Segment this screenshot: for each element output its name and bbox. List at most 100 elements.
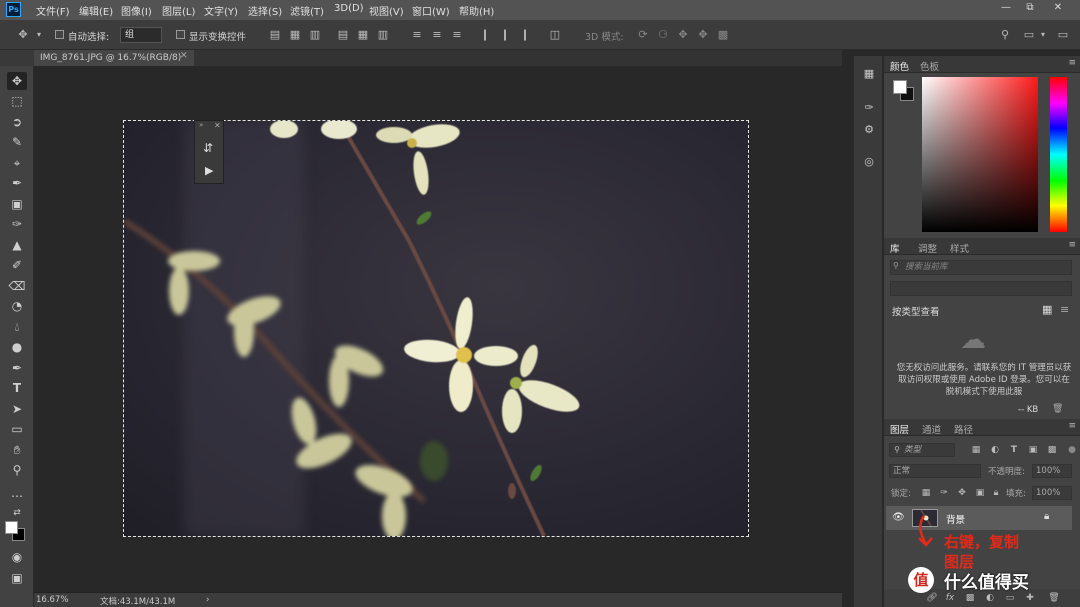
library-search-input[interactable]: 搜索当前库 <box>890 260 1072 275</box>
chevron-down-icon[interactable]: ▾ <box>32 28 46 42</box>
menu-3d[interactable]: 3D(D) <box>334 3 364 14</box>
lock-transparent-icon[interactable]: ▦ <box>920 487 932 499</box>
opacity-input[interactable]: 100% <box>1032 464 1072 478</box>
properties-icon[interactable]: ⚙ <box>861 122 877 138</box>
library-select[interactable] <box>890 281 1072 296</box>
document-tab[interactable]: IMG_8761.JPG @ 16.7%(RGB/8) <box>34 50 194 66</box>
lock-artboard-icon[interactable]: ▣ <box>974 487 986 499</box>
close-icon[interactable]: ✕ <box>214 121 221 130</box>
menu-select[interactable]: 选择(S) <box>248 3 282 18</box>
more-tools-icon[interactable]: … <box>7 484 27 502</box>
tab-layers[interactable]: 图层 <box>890 422 909 436</box>
list-view-icon[interactable]: ≡ <box>1060 303 1069 316</box>
zoom-tool-icon[interactable]: ⚲ <box>7 461 27 479</box>
tab-paths[interactable]: 路径 <box>954 422 973 436</box>
type-tool-icon[interactable]: T <box>7 379 27 397</box>
3d-orbit-icon[interactable]: ⟳ <box>636 28 650 42</box>
status-menu-icon[interactable]: › <box>206 595 209 605</box>
foreground-color-swatch[interactable] <box>893 80 907 94</box>
menu-filter[interactable]: 滤镜(T) <box>290 3 324 18</box>
brush-tool-icon[interactable]: ✑ <box>7 215 27 233</box>
distribute-left-icon[interactable]: ❙ <box>478 28 492 42</box>
filter-type-icon[interactable]: T <box>1008 444 1020 456</box>
menu-layer[interactable]: 图层(L) <box>162 3 195 18</box>
path-select-tool-icon[interactable]: ➤ <box>7 400 27 418</box>
3d-scale-icon[interactable]: ▩ <box>716 28 730 42</box>
history-brush-tool-icon[interactable]: ✐ <box>7 256 27 274</box>
foreground-color-swatch[interactable] <box>5 521 18 534</box>
align-bottom-icon[interactable]: ▥ <box>308 28 322 42</box>
move-tool-icon[interactable]: ✥ <box>16 28 30 42</box>
filter-smartobject-icon[interactable]: ▩ <box>1046 444 1058 456</box>
marquee-tool-icon[interactable]: ⬚ <box>7 92 27 110</box>
menu-window[interactable]: 窗口(W) <box>412 3 450 18</box>
search-icon[interactable]: ⚲ <box>998 28 1012 42</box>
chevron-down-icon[interactable]: ▾ <box>1036 28 1050 42</box>
tab-styles[interactable]: 样式 <box>950 241 969 255</box>
distribute-hcenter-icon[interactable]: ❙ <box>498 28 512 42</box>
distribute-top-icon[interactable]: ≡ <box>410 28 424 42</box>
align-top-icon[interactable]: ▤ <box>268 28 282 42</box>
blur-tool-icon[interactable]: 💧︎ <box>7 318 27 336</box>
lasso-tool-icon[interactable]: ➲ <box>7 113 27 131</box>
3d-roll-icon[interactable]: ⚆ <box>656 28 670 42</box>
tab-close-icon[interactable]: ✕ <box>180 51 192 65</box>
eye-icon[interactable]: 👁︎ <box>892 512 905 523</box>
filter-toggle-icon[interactable]: ● <box>1066 444 1078 456</box>
lock-image-icon[interactable]: ✑ <box>938 487 950 499</box>
screen-mode-icon[interactable]: ▣ <box>7 569 27 587</box>
history-icon[interactable]: ⇵ <box>203 141 213 155</box>
align-hcenter-icon[interactable]: ▦ <box>356 28 370 42</box>
panel-menu-icon[interactable]: ≡ <box>1068 240 1076 250</box>
close-icon[interactable]: ✕ <box>1048 2 1068 16</box>
align-vcenter-icon[interactable]: ▦ <box>288 28 302 42</box>
filter-shape-icon[interactable]: ▣ <box>1027 444 1039 456</box>
eyedropper-tool-icon[interactable]: ✒ <box>7 174 27 192</box>
play-icon[interactable]: ▶ <box>205 164 213 177</box>
info-panel-icon[interactable]: ▦ <box>861 66 877 82</box>
quick-mask-icon[interactable]: ◉ <box>7 548 27 566</box>
3d-panel-icon[interactable]: ◎ <box>861 154 877 170</box>
trash-icon[interactable]: 🗑︎ <box>1052 404 1063 414</box>
distribute-vcenter-icon[interactable]: ≡ <box>430 28 444 42</box>
distribute-bottom-icon[interactable]: ≡ <box>450 28 464 42</box>
hue-slider[interactable] <box>1050 77 1067 232</box>
view-by-type[interactable]: 按类型查看 <box>892 304 940 318</box>
crop-tool-icon[interactable]: ⌖ <box>7 154 27 172</box>
color-picker-field[interactable] <box>922 77 1038 232</box>
minimize-icon[interactable]: — <box>996 2 1016 16</box>
filter-adjustment-icon[interactable]: ◐ <box>989 444 1001 456</box>
transform-controls-checkbox[interactable] <box>176 30 185 39</box>
blend-mode-select[interactable]: 正常 <box>889 464 981 478</box>
3d-pan-icon[interactable]: ✥ <box>676 28 690 42</box>
collapse-icon[interactable]: » <box>199 121 203 129</box>
toolbar-grip[interactable] <box>0 50 34 66</box>
quick-select-tool-icon[interactable]: ✎ <box>7 133 27 151</box>
menu-image[interactable]: 图像(I) <box>121 3 152 18</box>
grid-view-icon[interactable]: ▦ <box>1042 303 1052 316</box>
auto-select-dropdown[interactable]: 组 <box>120 27 162 43</box>
healing-brush-tool-icon[interactable]: ▣ <box>7 195 27 213</box>
menu-file[interactable]: 文件(F) <box>36 3 70 18</box>
align-left-icon[interactable]: ▤ <box>336 28 350 42</box>
brush-settings-icon[interactable]: ✑ <box>861 100 877 116</box>
move-tool-icon[interactable]: ✥ <box>7 72 27 90</box>
eraser-tool-icon[interactable]: ⌫ <box>7 277 27 295</box>
menu-type[interactable]: 文字(Y) <box>204 3 238 18</box>
hand-tool-icon[interactable]: ✋︎ <box>7 441 27 459</box>
tab-color[interactable]: 颜色 <box>890 59 909 73</box>
menu-view[interactable]: 视图(V) <box>369 3 404 18</box>
tab-adjustments[interactable]: 调整 <box>918 241 937 255</box>
auto-select-checkbox[interactable] <box>55 30 64 39</box>
workspace-icon[interactable]: ▭ <box>1022 28 1036 42</box>
fill-input[interactable]: 100% <box>1032 486 1072 500</box>
swap-colors-icon[interactable]: ⇄ <box>7 504 27 522</box>
tab-swatches[interactable]: 色板 <box>920 59 939 73</box>
lock-position-icon[interactable]: ✥ <box>956 487 968 499</box>
share-icon[interactable]: ▭ <box>1056 28 1070 42</box>
stamp-tool-icon[interactable]: ▲ <box>7 236 27 254</box>
zoom-level[interactable]: 16.67% <box>36 595 68 605</box>
panel-menu-icon[interactable]: ≡ <box>1068 421 1076 431</box>
pen-tool-icon[interactable]: ✒ <box>7 359 27 377</box>
paint-bucket-tool-icon[interactable]: ◔ <box>7 297 27 315</box>
